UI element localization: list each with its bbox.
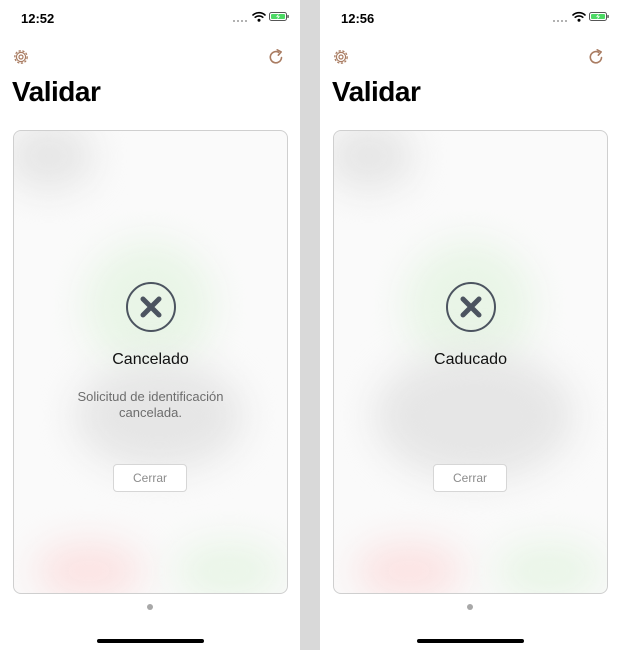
page-title: Validar xyxy=(12,76,101,107)
close-button[interactable]: Cerrar xyxy=(433,464,507,492)
phone-screen-cancelled: 12:52 Validar Cancelado Solicitud de ide… xyxy=(0,0,300,650)
battery-charging-icon xyxy=(589,12,609,21)
wifi-icon xyxy=(572,11,586,22)
validation-card: Caducado Cerrar xyxy=(333,130,608,594)
card-background-blur xyxy=(354,541,464,593)
close-button[interactable]: Cerrar xyxy=(113,464,187,492)
card-background-blur xyxy=(174,541,284,593)
status-bar: 12:52 xyxy=(0,0,300,36)
page-indicator-dot xyxy=(467,604,473,610)
refresh-icon[interactable] xyxy=(267,48,285,66)
status-bar: 12:56 xyxy=(320,0,620,36)
validation-card: Cancelado Solicitud de identificación ca… xyxy=(13,130,288,594)
phone-screen-expired: 12:56 Validar Caducado Cerrar xyxy=(320,0,620,650)
home-indicator[interactable] xyxy=(417,639,524,643)
card-background-blur xyxy=(334,131,414,191)
card-background-blur xyxy=(14,131,94,191)
page-indicator-dot xyxy=(147,604,153,610)
gear-icon[interactable] xyxy=(332,48,350,66)
close-circle-icon xyxy=(126,282,176,332)
card-background-blur xyxy=(34,541,144,593)
home-indicator[interactable] xyxy=(97,639,204,643)
gear-icon[interactable] xyxy=(12,48,30,66)
status-time: 12:52 xyxy=(21,11,55,26)
status-time: 12:56 xyxy=(341,11,375,26)
card-background-blur xyxy=(494,541,604,593)
page-title: Validar xyxy=(332,76,421,107)
status-title: Cancelado xyxy=(112,351,189,368)
close-circle-icon xyxy=(446,282,496,332)
status-title: Caducado xyxy=(434,351,507,368)
wifi-icon xyxy=(252,11,266,22)
cellular-signal-icon xyxy=(553,14,569,22)
status-message: Solicitud de identificación cancelada. xyxy=(77,389,224,420)
card-background-blur xyxy=(374,351,574,481)
battery-charging-icon xyxy=(269,12,289,21)
refresh-icon[interactable] xyxy=(587,48,605,66)
cellular-signal-icon xyxy=(233,14,249,22)
